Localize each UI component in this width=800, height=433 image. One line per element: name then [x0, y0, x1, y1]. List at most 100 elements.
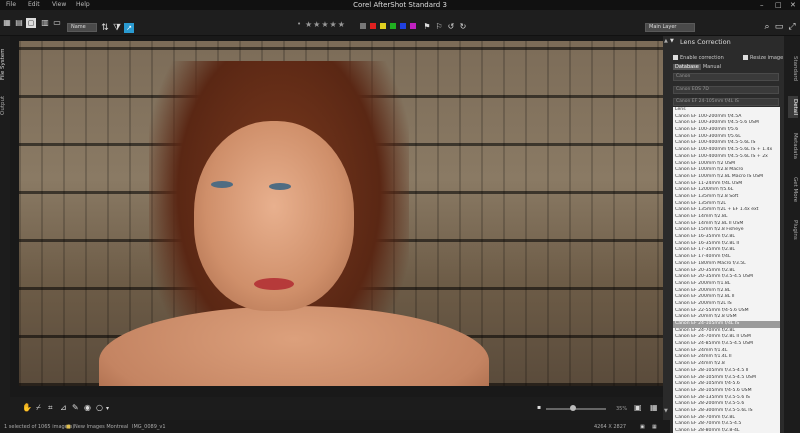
lens-list-item[interactable]: Canon EF 100mm f/2 USM	[673, 161, 780, 168]
zoom-out-icon[interactable]: ▪	[537, 404, 541, 411]
grid-view-icon[interactable]: ▦	[2, 18, 12, 28]
info-icon[interactable]: ▣	[640, 424, 645, 430]
lens-list-item[interactable]: Canon EF 28-300mm f/3.5-5.6L IS	[673, 408, 780, 415]
lens-list-item[interactable]: Canon EF 24mm f/1.4L	[673, 348, 780, 355]
lens-list-item[interactable]: Canon EF 14mm f/2.8L II USM	[673, 221, 780, 228]
lens-list-item[interactable]: Canon EF 16-35mm f/2.8L	[673, 234, 780, 241]
lens-select[interactable]: Canon EF 24-105mm f/4L IS	[673, 98, 779, 106]
maximize-icon[interactable]: □	[775, 0, 782, 10]
eyedropper-icon[interactable]: ⌿	[36, 403, 41, 413]
color-label-blue[interactable]	[400, 23, 406, 29]
reject-icon[interactable]: •	[297, 20, 302, 28]
color-label-gray[interactable]	[360, 23, 366, 29]
lens-list-item[interactable]: Canon EF 28-70mm f/2.8L	[673, 415, 780, 422]
lens-list-item[interactable]: Canon EF 100-400mm f/4.5-5.6L IS + 2x	[673, 154, 780, 161]
lens-list-item[interactable]: Canon EF 100-300mm f/5.6	[673, 127, 780, 134]
lens-list-item[interactable]: Canon EF 24-85mm f/3.5-4.5 USM	[673, 341, 780, 348]
chevron-down-icon[interactable]: ▾	[106, 405, 109, 412]
filmstrip-icon[interactable]: ▭	[52, 18, 62, 28]
lens-list-item[interactable]: Canon EF 28-105mm f/3.5-4.5 USM	[673, 375, 780, 382]
redeye-icon[interactable]: ◉	[84, 403, 91, 412]
lens-list-item[interactable]: Canon EF 28-70mm f/3.5-4.5	[673, 421, 780, 428]
rotate-right-icon[interactable]: ↻	[458, 22, 468, 32]
lens-list-item[interactable]: Canon EF 15mm f/2.8 Fisheye	[673, 227, 780, 234]
enable-correction-checkbox[interactable]: Enable correction	[673, 55, 724, 61]
fullscreen-icon[interactable]: ⤢	[787, 22, 797, 32]
layout-icon[interactable]: ▥	[40, 18, 50, 28]
thumb-view-icon[interactable]: ▤	[14, 18, 24, 28]
color-label-green[interactable]	[390, 23, 396, 29]
lens-list-item[interactable]: Canon EF 24-70mm f/2.8L	[673, 328, 780, 335]
tab-metadata[interactable]: Metadata	[788, 128, 798, 164]
lens-list-item[interactable]: Canon EF 17-40mm f/4L	[673, 254, 780, 261]
lens-list-item[interactable]: Canon EF 200mm f/1.8L	[673, 281, 780, 288]
tab-standard[interactable]: Standard	[788, 50, 798, 88]
calendar-icon[interactable]: ▦	[650, 403, 658, 412]
sort-order-icon[interactable]: ⇅	[100, 23, 110, 33]
lens-list-item[interactable]: Canon EF 28-105mm f/3.5-4.5 II	[673, 368, 780, 375]
lens-list-item[interactable]: Canon EF 100-400mm f/4.5-5.6L IS + 1.4x	[673, 147, 780, 154]
heal-icon[interactable]: ✎	[72, 403, 79, 412]
single-view-icon[interactable]: ▢	[26, 18, 36, 28]
lens-list-item[interactable]: Canon EF 28-135mm f/3.5-5.6 IS	[673, 395, 780, 402]
lens-list-item[interactable]: Canon EF 24-105mm f/4L IS	[673, 321, 780, 328]
lens-list-item[interactable]: Lens	[673, 107, 780, 114]
tab-output[interactable]: Output	[0, 90, 10, 120]
tab-plugins[interactable]: Plugins	[788, 214, 798, 246]
lens-list-item[interactable]: Canon EF 20-35mm f/2.8L	[673, 268, 780, 275]
rotate-left-icon[interactable]: ↺	[446, 22, 456, 32]
tab-database[interactable]: Database	[673, 64, 701, 70]
lens-list-item[interactable]: Canon EF 28-105mm f/4-5.6	[673, 381, 780, 388]
tab-file-system[interactable]: File System	[0, 44, 10, 84]
resize-image-checkbox[interactable]: Resize image	[743, 55, 783, 61]
lens-list-item[interactable]: Canon EF 24-70mm f/2.8L II USM	[673, 334, 780, 341]
color-label-yellow[interactable]	[380, 23, 386, 29]
lens-list-item[interactable]: Canon EF 28-200mm f/3.5-5.6	[673, 401, 780, 408]
minimize-icon[interactable]: –	[760, 0, 764, 10]
share-icon[interactable]: ↗	[124, 23, 134, 33]
lens-list-item[interactable]: Canon EF 135mm f/2L + EF 1.4x ext	[673, 207, 780, 214]
viewer-scrollbar[interactable]: ▲ ▼	[663, 36, 670, 420]
lens-list-item[interactable]: Canon EF 100-300mm f/4.5-5.6 USM	[673, 120, 780, 127]
lens-list-item[interactable]: Canon EF 200mm f/2.8L II	[673, 294, 780, 301]
monitor-icon[interactable]: ▭	[774, 22, 784, 32]
lens-list-item[interactable]: Canon EF 24mm f/1.4L II	[673, 354, 780, 361]
lens-list-item[interactable]: Canon EF 100-300mm f/5.6L	[673, 134, 780, 141]
tab-get-more[interactable]: Get More	[788, 174, 798, 206]
sort-select[interactable]: Name	[67, 23, 97, 32]
zoom-slider[interactable]	[546, 408, 606, 410]
lens-list-item[interactable]: Canon EF 20-35mm f/3.5-4.5 USM	[673, 274, 780, 281]
lens-list-item[interactable]: Canon EF 28-80mm f/2.8-4L	[673, 428, 780, 433]
lens-list-item[interactable]: Canon EF 180mm Macro f/3.5L	[673, 261, 780, 268]
lens-list-item[interactable]: Canon EF 1200mm f/5.6L	[673, 187, 780, 194]
circle-tool-icon[interactable]: ○	[96, 403, 103, 412]
lens-list-item[interactable]: Canon EF 14mm f/2.8L	[673, 214, 780, 221]
lens-list-item[interactable]: Canon EF 135mm f/2L	[673, 201, 780, 208]
camera-make-select[interactable]: Canon	[673, 73, 779, 81]
lens-list-item[interactable]: Canon EF 24mm f/2.8	[673, 361, 780, 368]
lens-list-item[interactable]: Canon EF 200mm f/2L IS	[673, 301, 780, 308]
mode-select[interactable]: Main Layer	[645, 23, 695, 32]
scroll-up-icon[interactable]: ▲	[664, 38, 668, 44]
flag-icon[interactable]: ⚑	[422, 22, 432, 32]
image-viewer[interactable]	[10, 36, 665, 420]
lens-list-item[interactable]: Canon EF 28-105mm f/4-5.6 USM	[673, 388, 780, 395]
filter-icon[interactable]: ⧩	[112, 23, 122, 33]
color-label-purple[interactable]	[410, 23, 416, 29]
tab-detail[interactable]: Detail	[788, 96, 798, 118]
straighten-icon[interactable]: ⊿	[60, 403, 67, 412]
close-icon[interactable]: ✕	[790, 0, 796, 10]
color-label-red[interactable]	[370, 23, 376, 29]
camera-model-select[interactable]: Canon EOS 7D	[673, 86, 779, 94]
lens-list-item[interactable]: Canon EF 20mm f/2.8 USM	[673, 314, 780, 321]
rating-stars[interactable]: ★★★★★	[305, 20, 346, 29]
grid-icon[interactable]: ▦	[652, 424, 657, 430]
lens-dropdown-list[interactable]: Lens Canon EF 100-200mm f/4.5A Canon EF 10…	[673, 107, 780, 433]
lens-list-item[interactable]: Canon EF 17-35mm f/2.8L	[673, 247, 780, 254]
lens-list-item[interactable]: Canon EF 100-200mm f/4.5A	[673, 114, 780, 121]
lens-list-item[interactable]: Canon EF 100mm f/2.8 Macro	[673, 167, 780, 174]
zoom-slider-knob[interactable]	[570, 405, 576, 411]
crop-icon[interactable]: ⌗	[48, 403, 53, 413]
search-icon[interactable]: ⌕	[762, 22, 772, 32]
hand-tool-icon[interactable]: ✋	[22, 403, 32, 412]
